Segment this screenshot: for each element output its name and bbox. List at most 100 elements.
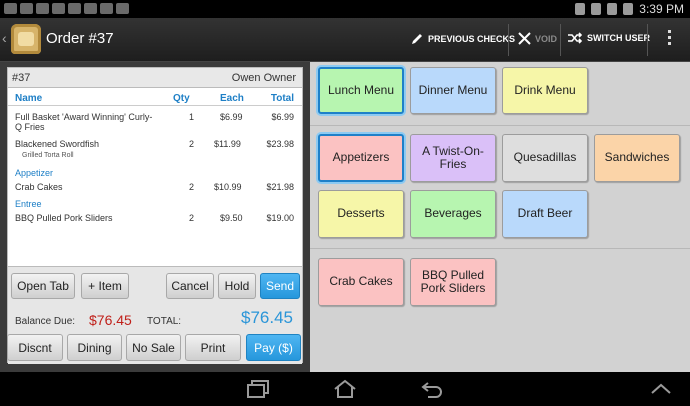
up-navigation-icon[interactable]: ‹ — [2, 30, 7, 46]
play-store-icon — [84, 3, 97, 14]
divider — [647, 24, 648, 56]
item-modifier: Grilled Torta Roll — [22, 152, 74, 159]
item-total: $19.00 — [266, 213, 294, 223]
switch-user-label: SWITCH USER — [587, 33, 650, 43]
content: #37 Owen Owner Name Qty Each Total Full … — [0, 62, 690, 372]
payment-actions: Discnt Dining No Sale Print Pay ($) — [0, 334, 310, 364]
item-name: BBQ Pulled Pork Sliders — [15, 213, 113, 223]
play-store-icon — [52, 3, 65, 14]
add-item-button[interactable]: + Item — [81, 273, 129, 299]
category-header: Appetizer — [15, 168, 54, 178]
item-qty: 2 — [189, 139, 195, 149]
item-name: Blackened Swordfish — [15, 139, 100, 149]
play-store-icon — [68, 3, 81, 14]
back-icon[interactable] — [420, 379, 444, 399]
order-title: Order #37 — [46, 30, 114, 47]
category-tile[interactable]: Desserts — [318, 190, 404, 238]
category-header: Entree — [15, 199, 42, 209]
screenshot-icon — [20, 3, 33, 14]
cancel-button[interactable]: Cancel — [166, 273, 214, 299]
balance-due-value: $76.45 — [89, 312, 132, 328]
previous-checks-label: PREVIOUS CHECKS — [428, 34, 516, 44]
void-label: VOID — [535, 33, 558, 44]
discount-button[interactable]: Discnt — [7, 334, 63, 361]
category-tile[interactable]: Appetizers — [318, 134, 404, 182]
category-tile[interactable]: Draft Beer — [502, 190, 588, 238]
battery-icon — [623, 3, 634, 15]
wifi-icon — [607, 3, 618, 15]
menu-up-icon[interactable] — [650, 382, 672, 396]
divider — [508, 24, 509, 56]
item-each: $11.99 — [214, 139, 241, 149]
vibrate-icon — [591, 3, 602, 15]
ticket-line-item[interactable]: BBQ Pulled Pork Sliders 2 $9.50 $19.00 — [8, 213, 302, 227]
print-button[interactable]: Print — [185, 334, 241, 361]
recent-apps-icon[interactable] — [246, 379, 270, 399]
bluetooth-icon — [575, 3, 586, 15]
system-nav-bar — [0, 372, 690, 406]
menu-item-tile[interactable]: BBQ Pulled Pork Sliders — [410, 258, 496, 306]
ticket-line-item[interactable]: Blackened Swordfish Grilled Torta Roll 2… — [8, 139, 302, 163]
ticket-line-item[interactable]: Crab Cakes 2 $10.99 $21.98 — [8, 182, 302, 196]
previous-checks-button[interactable]: PREVIOUS CHECKS — [410, 32, 515, 46]
section-divider — [310, 248, 690, 249]
hold-button[interactable]: Hold — [218, 273, 256, 299]
close-icon — [518, 32, 531, 45]
col-name: Name — [15, 93, 43, 104]
pay-button[interactable]: Pay ($) — [246, 334, 301, 361]
order-ticket: #37 Owen Owner Name Qty Each Total Full … — [7, 67, 303, 364]
category-tile[interactable]: Beverages — [410, 190, 496, 238]
item-qty: 1 — [189, 112, 195, 122]
balance-due-label: Balance Due: — [15, 316, 76, 327]
section-divider — [310, 125, 690, 126]
open-tab-button[interactable]: Open Tab — [11, 273, 75, 299]
item-each: $6.99 — [220, 112, 243, 122]
item-each: $10.99 — [214, 182, 242, 192]
col-qty: Qty — [173, 93, 190, 104]
switch-user-button[interactable]: SWITCH USER — [567, 32, 650, 44]
category-tile[interactable]: A Twist-On-Fries — [410, 134, 496, 182]
item-name: Full Basket 'Award Winning' Curly-Q Frie… — [15, 112, 153, 132]
send-button[interactable]: Send — [260, 273, 300, 299]
ticket-owner: Owen Owner — [231, 72, 296, 84]
item-each: $9.50 — [220, 213, 243, 223]
total-value: $76.45 — [241, 308, 293, 327]
item-total: $23.98 — [266, 139, 294, 149]
col-each: Each — [220, 93, 244, 104]
total-label: TOTAL: — [147, 316, 182, 327]
menu-item-tile[interactable]: Crab Cakes — [318, 258, 404, 306]
category-tile[interactable]: Quesadillas — [502, 134, 588, 182]
action-bar: ‹ Order #37 PREVIOUS CHECKS VOID SWITCH … — [0, 18, 690, 62]
void-button[interactable]: VOID — [518, 32, 557, 45]
overflow-menu-icon[interactable] — [668, 30, 672, 46]
notification-icons — [4, 3, 129, 14]
play-store-icon — [116, 3, 129, 14]
menu-tile[interactable]: Drink Menu — [502, 67, 588, 114]
menu-panel: Lunch Menu Dinner Menu Drink Menu Appetize… — [310, 62, 690, 372]
ticket-columns: Name Qty Each Total — [8, 90, 302, 106]
ticket-number: #37 — [12, 72, 31, 84]
dining-button[interactable]: Dining — [67, 334, 122, 361]
item-qty: 2 — [189, 182, 195, 192]
pencil-icon — [412, 34, 422, 44]
col-total: Total — [270, 93, 294, 104]
category-tile[interactable]: Sandwiches — [594, 134, 680, 182]
app-logo[interactable] — [11, 24, 41, 54]
item-total: $21.98 — [266, 182, 294, 192]
order-panel: #37 Owen Owner Name Qty Each Total Full … — [0, 62, 310, 372]
ticket-header: #37 Owen Owner — [8, 68, 302, 88]
shuffle-icon — [568, 32, 583, 44]
no-sale-button[interactable]: No Sale — [126, 334, 181, 361]
home-icon[interactable] — [332, 379, 358, 399]
status-bar: 3:39 PM — [0, 0, 690, 18]
item-qty: 2 — [189, 213, 195, 223]
usb-icon — [4, 3, 17, 14]
menu-tile[interactable]: Lunch Menu — [318, 67, 404, 114]
play-store-icon — [100, 3, 113, 14]
ticket-line-item[interactable]: Full Basket 'Award Winning' Curly-Q Frie… — [8, 112, 302, 136]
menu-tile[interactable]: Dinner Menu — [410, 67, 496, 114]
item-total: $6.99 — [271, 112, 294, 122]
play-store-icon — [36, 3, 49, 14]
clock: 3:39 PM — [639, 2, 684, 16]
item-name: Crab Cakes — [15, 182, 63, 192]
